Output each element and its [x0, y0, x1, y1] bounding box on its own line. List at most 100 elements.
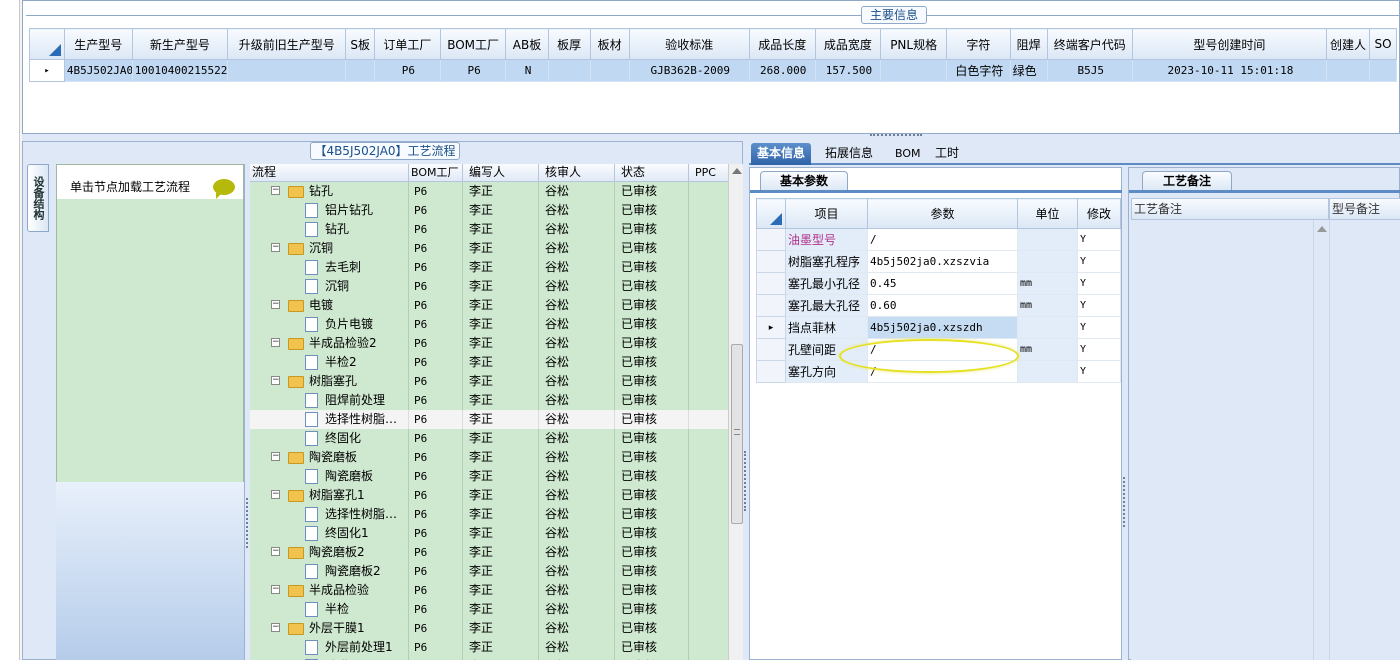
- cell-created-time[interactable]: 2023-10-11 15:01:18: [1131, 59, 1327, 82]
- tree-node[interactable]: 铝片钻孔: [250, 201, 409, 220]
- tab-craft-notes[interactable]: 工艺备注: [1142, 171, 1232, 191]
- col-header[interactable]: 阻焊: [1009, 28, 1048, 60]
- row-selector[interactable]: ▸: [756, 316, 786, 339]
- scroll-up-arrow-icon[interactable]: [732, 168, 742, 174]
- tree-node[interactable]: 选择性树脂…: [250, 505, 409, 524]
- cell-s-board[interactable]: [345, 59, 376, 82]
- col-header-param[interactable]: 参数: [867, 198, 1018, 229]
- tree-node[interactable]: − 沉铜: [250, 239, 409, 258]
- load-hint-header[interactable]: 单击节点加载工艺流程: [57, 165, 243, 199]
- tree-node[interactable]: 选择性树脂…: [250, 410, 409, 429]
- param-row[interactable]: 塞孔最小孔径 0.45 mm Y: [756, 272, 1121, 295]
- tree-row[interactable]: − 钻孔 P6 李正 谷松 已审核: [250, 182, 728, 201]
- tree-node[interactable]: − 陶瓷磨板2: [250, 543, 409, 562]
- col-header[interactable]: 升级前旧生产型号: [227, 28, 347, 60]
- col-header[interactable]: AB板: [505, 28, 549, 60]
- param-row[interactable]: 塞孔最大孔径 0.60 mm Y: [756, 294, 1121, 317]
- col-header-unit[interactable]: 单位: [1017, 198, 1078, 229]
- tree-row[interactable]: 阻焊前处理 P6 李正 谷松 已审核: [250, 391, 728, 410]
- param-item[interactable]: 挡点菲林: [785, 316, 868, 339]
- tree-row[interactable]: 选择性树脂… P6 李正 谷松 已审核: [250, 410, 728, 429]
- param-value[interactable]: 0.45: [867, 272, 1018, 295]
- tree-row[interactable]: 陶瓷磨板 P6 李正 谷松 已审核: [250, 467, 728, 486]
- col-header[interactable]: 订单工厂: [374, 28, 441, 60]
- collapse-toggle-icon[interactable]: −: [271, 585, 280, 594]
- scroll-thumb[interactable]: [731, 344, 743, 524]
- tree-row[interactable]: 选择性树脂… P6 李正 谷松 已审核: [250, 505, 728, 524]
- tree-node[interactable]: − 钻孔: [250, 182, 409, 201]
- tree-node[interactable]: − 陶瓷磨板: [250, 448, 409, 467]
- param-item[interactable]: 油墨型号: [785, 228, 868, 251]
- cell-pnl[interactable]: [880, 59, 947, 82]
- param-item[interactable]: 树脂塞孔程序: [785, 250, 868, 273]
- tree-col-bom[interactable]: BOM工厂: [409, 164, 463, 181]
- scroll-up-arrow-icon[interactable]: [1317, 226, 1327, 232]
- tree-row[interactable]: − 电镀 P6 李正 谷松 已审核: [250, 296, 728, 315]
- col-header[interactable]: PNL规格: [880, 28, 947, 60]
- cell-ab-board[interactable]: N: [505, 59, 549, 82]
- tree-row[interactable]: 沉铜 P6 李正 谷松 已审核: [250, 277, 728, 296]
- tree-node[interactable]: 去毛刺: [250, 258, 409, 277]
- param-mod[interactable]: Y: [1077, 228, 1121, 251]
- param-mod[interactable]: Y: [1077, 360, 1121, 383]
- tree-col-status[interactable]: 状态: [615, 164, 689, 181]
- cell-new-model[interactable]: 10010400215522: [131, 59, 229, 82]
- tree-row[interactable]: 陶瓷磨板2 P6 李正 谷松 已审核: [250, 562, 728, 581]
- param-value[interactable]: /: [867, 228, 1018, 251]
- tree-row[interactable]: − 树脂塞孔 P6 李正 谷松 已审核: [250, 372, 728, 391]
- tree-node[interactable]: 陶瓷磨板2: [250, 562, 409, 581]
- tree-node[interactable]: 终固化: [250, 429, 409, 448]
- col-header[interactable]: 型号创建时间: [1131, 28, 1327, 60]
- param-row[interactable]: 油墨型号 / Y: [756, 228, 1121, 251]
- craft-notes-scrollbar[interactable]: [1313, 220, 1329, 660]
- tree-node[interactable]: 陶瓷磨板: [250, 467, 409, 486]
- grid-corner[interactable]: [756, 198, 786, 229]
- cell-creator[interactable]: [1325, 59, 1371, 82]
- cell-order-factory[interactable]: P6: [374, 59, 441, 82]
- collapse-toggle-icon[interactable]: −: [271, 547, 280, 556]
- cell-standard[interactable]: GJB362B-2009: [628, 59, 750, 82]
- tree-node[interactable]: 半检2: [250, 353, 409, 372]
- param-unit[interactable]: [1017, 250, 1078, 273]
- craft-notes-header[interactable]: 工艺备注: [1131, 198, 1329, 220]
- tree-row[interactable]: − 半成品检验2 P6 李正 谷松 已审核: [250, 334, 728, 353]
- col-header[interactable]: 终端客户代码: [1046, 28, 1133, 60]
- tree-row[interactable]: 外层前处理1 P6 李正 谷松 已审核: [250, 638, 728, 657]
- collapse-toggle-icon[interactable]: −: [271, 243, 280, 252]
- tree-row[interactable]: − 树脂塞孔1 P6 李正 谷松 已审核: [250, 486, 728, 505]
- collapse-toggle-icon[interactable]: −: [271, 490, 280, 499]
- col-header[interactable]: 验收标准: [628, 28, 750, 60]
- tree-row[interactable]: − 半成品检验 P6 李正 谷松 已审核: [250, 581, 728, 600]
- col-header-item[interactable]: 项目: [785, 198, 868, 229]
- row-selector-arrow[interactable]: ▸: [29, 59, 65, 82]
- col-header-mod[interactable]: 修改: [1077, 198, 1121, 229]
- tab-work-hours[interactable]: 工时: [929, 143, 965, 165]
- param-row[interactable]: 树脂塞孔程序 4b5j502ja0.xzszvia Y: [756, 250, 1121, 273]
- col-header[interactable]: 字符: [946, 28, 1011, 60]
- tree-node[interactable]: 半检: [250, 600, 409, 619]
- tree-node[interactable]: 阻焊前处理: [250, 391, 409, 410]
- tab-basic-params[interactable]: 基本参数: [760, 171, 848, 191]
- tree-row[interactable]: 终固化 P6 李正 谷松 已审核: [250, 429, 728, 448]
- row-selector[interactable]: [756, 228, 786, 251]
- tab-equipment-structure[interactable]: 设备结构: [27, 164, 49, 232]
- cell-bom-factory[interactable]: P6: [439, 59, 507, 82]
- param-item[interactable]: 塞孔最小孔径: [785, 272, 868, 295]
- cell-material[interactable]: [589, 59, 630, 82]
- tree-node[interactable]: 沉铜: [250, 277, 409, 296]
- model-notes-header[interactable]: 型号备注: [1329, 198, 1400, 220]
- tree-row[interactable]: − 陶瓷磨板 P6 李正 谷松 已审核: [250, 448, 728, 467]
- tree-row[interactable]: 钻孔 P6 李正 谷松 已审核: [250, 220, 728, 239]
- horizontal-splitter[interactable]: [22, 134, 1400, 140]
- tree-row[interactable]: − 外层干膜1 P6 李正 谷松 已审核: [250, 619, 728, 638]
- param-item[interactable]: 塞孔最大孔径: [785, 294, 868, 317]
- col-header[interactable]: S板: [345, 28, 376, 60]
- col-header[interactable]: BOM工厂: [439, 28, 507, 60]
- cell-width[interactable]: 157.500: [814, 59, 882, 82]
- row-selector[interactable]: [756, 294, 786, 317]
- cell-customer-code[interactable]: B5J5: [1046, 59, 1133, 82]
- tree-col-reviewer[interactable]: 核审人: [539, 164, 615, 181]
- tab-basic-info[interactable]: 基本信息: [751, 143, 812, 165]
- tree-node[interactable]: 负片电镀: [250, 315, 409, 334]
- col-header[interactable]: 成品长度: [748, 28, 816, 60]
